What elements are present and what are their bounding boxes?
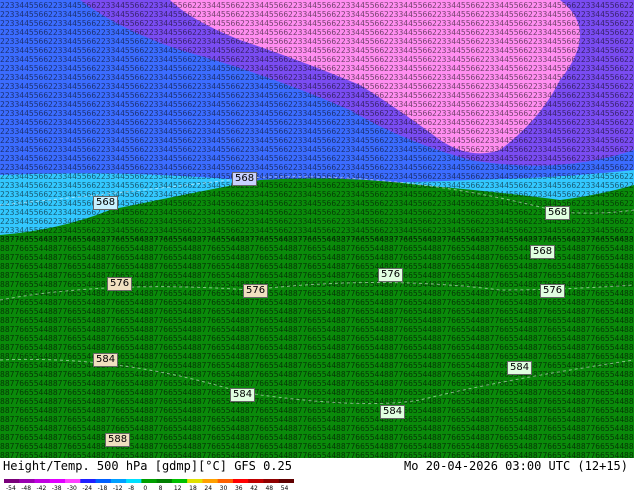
colorbar-swatch xyxy=(232,479,249,483)
grid-values-lower xyxy=(0,235,634,458)
colorbar-tick-label: -54 xyxy=(6,485,16,490)
contour-label: 576 xyxy=(243,284,269,298)
colorbar-swatch xyxy=(19,479,36,483)
colorbar-swatch xyxy=(4,479,20,483)
colorbar-tick-label: 54 xyxy=(281,485,289,490)
colorbar-swatch xyxy=(248,479,264,483)
colorbar-tick-label: -30 xyxy=(67,485,77,490)
colorbar-tick-label: 8 xyxy=(159,485,163,490)
colorbar-tick-label: -42 xyxy=(37,485,47,490)
colorbar-tick-label: -18 xyxy=(98,485,108,490)
colorbar-swatch xyxy=(202,479,219,483)
colorbar-swatch xyxy=(156,479,173,483)
colorbar-swatch xyxy=(49,479,66,483)
footer: Height/Temp. 500 hPa [gdmp][°C] GFS 0.25… xyxy=(0,458,634,490)
colorbar-tick-label: 18 xyxy=(189,485,197,490)
contour-label: 584 xyxy=(230,388,256,402)
map-title: Height/Temp. 500 hPa [gdmp][°C] GFS 0.25 xyxy=(3,459,292,473)
colorbar: -54 -48 -42 -38 -30 -24 -18 -12 -8 0 8 12 18 24 30 36 42… xyxy=(4,479,294,490)
contour-label: 584 xyxy=(380,405,406,419)
colorbar-tick-label: 42 xyxy=(250,485,258,490)
colorbar-tick-label: 24 xyxy=(204,485,212,490)
colorbar-tick-label: 36 xyxy=(235,485,243,490)
contour-label: 576 xyxy=(378,268,404,282)
colorbar-swatch xyxy=(95,479,112,483)
colorbar-swatch xyxy=(65,479,81,483)
colorbar-tick-label: 48 xyxy=(265,485,273,490)
colorbar-swatch xyxy=(278,479,294,483)
colorbar-swatch xyxy=(110,479,127,483)
colorbar-swatch xyxy=(217,479,234,483)
colorbar-swatch xyxy=(80,479,97,483)
colorbar-tick-label: -12 xyxy=(113,485,123,490)
colorbar-tick-label: -48 xyxy=(21,485,31,490)
map-canvas: 2233445566 8877665544 xyxy=(0,0,634,458)
contour-label: 568 xyxy=(530,245,556,259)
contour-label: 584 xyxy=(507,361,533,375)
colorbar-swatch xyxy=(34,479,51,483)
colorbar-swatch xyxy=(141,479,158,483)
colorbar-tick-label: 0 xyxy=(143,485,147,490)
colorbar-tick-label: -24 xyxy=(82,485,92,490)
contour-label: 588 xyxy=(105,433,131,447)
contour-label: 568 xyxy=(232,172,258,186)
contour-label: 584 xyxy=(93,353,119,367)
colorbar-tick-label: 12 xyxy=(174,485,182,490)
colorbar-tick-label: 30 xyxy=(220,485,228,490)
contour-label: 568 xyxy=(545,206,571,220)
colorbar-swatch xyxy=(171,479,188,483)
colorbar-swatch xyxy=(187,479,203,483)
weather-map: 2233445566 8877665544 568 568 568 568 57… xyxy=(0,0,634,458)
run-time: Mo 20-04-2026 03:00 UTC (12+15) xyxy=(404,459,628,473)
contour-label: 576 xyxy=(540,284,566,298)
colorbar-swatch xyxy=(126,479,142,483)
colorbar-swatch xyxy=(263,479,280,483)
contour-label: 568 xyxy=(93,196,119,210)
colorbar-tick-label: -8 xyxy=(128,485,134,490)
contour-label: 576 xyxy=(107,277,133,291)
colorbar-tick-label: -38 xyxy=(52,485,62,490)
